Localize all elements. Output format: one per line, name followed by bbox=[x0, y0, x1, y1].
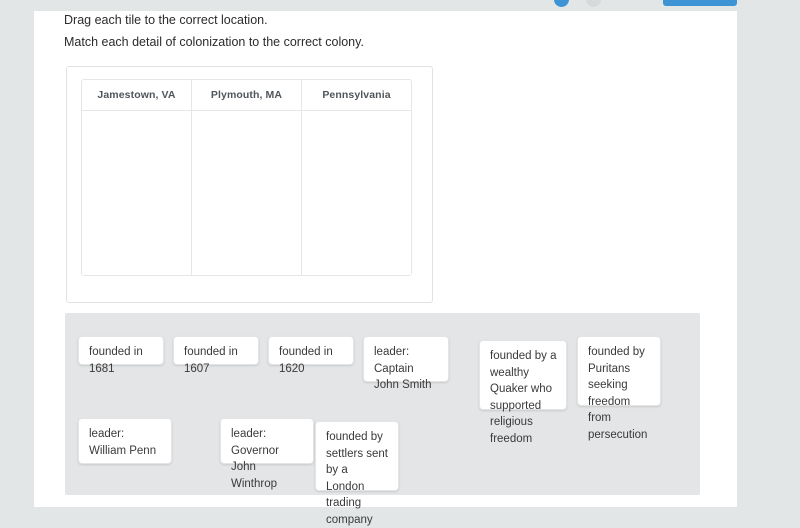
column-header-pennsylvania: Pennsylvania bbox=[301, 80, 411, 110]
tile-founded-quaker[interactable]: founded by a wealthy Quaker who supporte… bbox=[479, 340, 567, 445]
status-dot-inactive-icon[interactable] bbox=[586, 0, 601, 7]
tile-founded-1681[interactable]: founded in 1681 bbox=[78, 336, 164, 375]
tile-founded-1607[interactable]: founded in 1607 bbox=[173, 336, 259, 375]
status-dot-active-icon[interactable] bbox=[554, 0, 569, 7]
column-header-plymouth: Plymouth, MA bbox=[191, 80, 301, 110]
match-table-body bbox=[82, 111, 411, 275]
tile-founded-1620[interactable]: founded in 1620 bbox=[268, 336, 354, 375]
tile-leader-william-penn[interactable]: leader: William Penn bbox=[78, 418, 172, 464]
instruction-drag: Drag each tile to the correct location. bbox=[64, 13, 268, 27]
tile-founded-puritans[interactable]: founded by Puritans seeking freedom from… bbox=[577, 336, 661, 441]
tile-leader-john-winthrop[interactable]: leader: Governor John Winthrop bbox=[220, 418, 314, 490]
instructions-block: Drag each tile to the correct location. … bbox=[64, 13, 684, 57]
content-sheet: Drag each tile to the correct location. … bbox=[34, 11, 737, 526]
dropzone-pennsylvania[interactable] bbox=[301, 111, 411, 275]
column-header-jamestown: Jamestown, VA bbox=[97, 89, 176, 101]
page-root: Drag each tile to the correct location. … bbox=[0, 0, 800, 526]
primary-action-button[interactable] bbox=[663, 0, 737, 6]
match-table: Jamestown, VA Plymouth, MA Pennsylvania bbox=[81, 79, 412, 276]
tile-leader-john-smith[interactable]: leader: Captain John Smith bbox=[363, 336, 449, 391]
dropzone-jamestown[interactable] bbox=[82, 111, 191, 275]
match-table-header-row: Jamestown, VA Plymouth, MA Pennsylvania bbox=[82, 80, 411, 111]
tile-founded-london-company[interactable]: founded by settlers sent by a London tra… bbox=[315, 421, 399, 526]
instruction-match: Match each detail of colonization to the… bbox=[64, 35, 364, 49]
top-toolbar bbox=[0, 0, 800, 11]
match-table-panel: Jamestown, VA Plymouth, MA Pennsylvania bbox=[66, 66, 433, 303]
dropzone-plymouth[interactable] bbox=[191, 111, 301, 275]
tile-tray[interactable]: founded in 1681 founded in 1607 founded in… bbox=[65, 313, 700, 526]
